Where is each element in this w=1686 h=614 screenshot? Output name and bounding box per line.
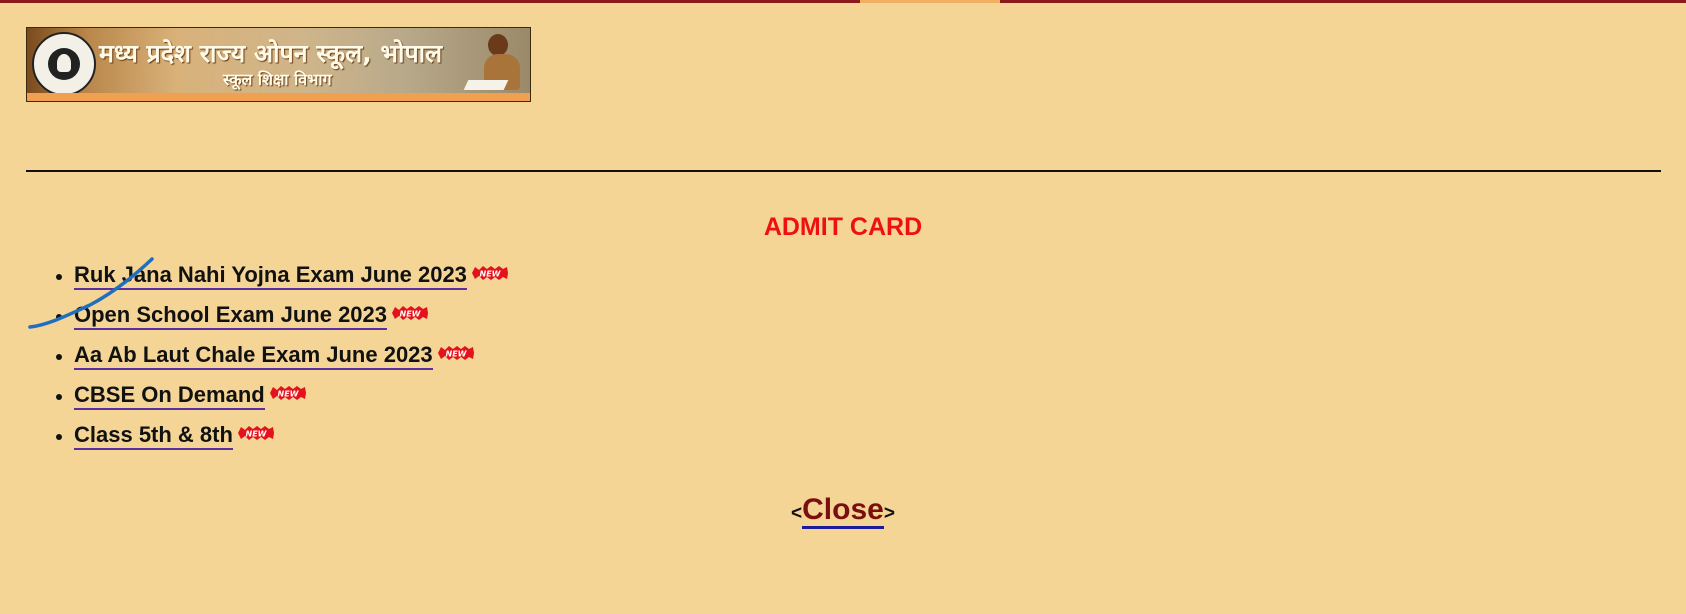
close-open-bracket: < xyxy=(791,503,803,524)
bullet-icon xyxy=(56,314,62,320)
list-item: CBSE On Demand NEW xyxy=(56,382,510,422)
list-item: Aa Ab Laut Chale Exam June 2023 NEW xyxy=(56,342,510,382)
new-badge-icon: NEW xyxy=(471,266,508,280)
bullet-icon xyxy=(56,354,62,360)
student-reading-image xyxy=(463,32,526,94)
new-badge-label: NEW xyxy=(277,390,299,399)
close-container: <Close> xyxy=(0,493,1686,529)
new-badge-icon: NEW xyxy=(437,346,474,360)
new-badge-icon: NEW xyxy=(392,306,429,320)
admit-card-link-open-school[interactable]: Open School Exam June 2023 xyxy=(74,302,388,330)
horizontal-divider xyxy=(26,170,1661,172)
admit-card-link-class-5th-8th[interactable]: Class 5th & 8th xyxy=(74,422,233,450)
admit-card-link-ruk-jana-nahi[interactable]: Ruk Jana Nahi Yojna Exam June 2023 xyxy=(74,262,467,290)
admit-card-link-cbse-on-demand[interactable]: CBSE On Demand xyxy=(74,382,265,410)
list-item: Class 5th & 8th NEW xyxy=(56,422,510,462)
bullet-icon xyxy=(56,274,62,280)
admit-card-link-aa-ab-laut-chale[interactable]: Aa Ab Laut Chale Exam June 2023 xyxy=(74,342,433,370)
banner-subtitle: स्कूल शिक्षा विभाग xyxy=(223,70,332,89)
page-heading: ADMIT CARD xyxy=(763,213,923,241)
list-item: Ruk Jana Nahi Yojna Exam June 2023 NEW xyxy=(56,262,510,302)
list-item: Open School Exam June 2023 NEW xyxy=(56,302,510,342)
new-badge-icon: NEW xyxy=(269,386,306,400)
new-badge-icon: NEW xyxy=(237,426,274,440)
header-banner: मध्य प्रदेश राज्य ओपन स्कूल, भोपाल स्कूल… xyxy=(26,27,531,102)
new-badge-label: NEW xyxy=(445,350,467,359)
new-badge-label: NEW xyxy=(479,270,501,279)
close-link[interactable]: Close xyxy=(802,493,884,529)
banner-title: मध्य प्रदेश राज्य ओपन स्कूल, भोपाल xyxy=(99,39,443,68)
close-close-bracket: > xyxy=(883,503,895,524)
bullet-icon xyxy=(56,394,62,400)
state-emblem-logo xyxy=(32,32,96,96)
new-badge-label: NEW xyxy=(400,310,422,319)
new-badge-label: NEW xyxy=(245,430,267,439)
admit-card-list: Ruk Jana Nahi Yojna Exam June 2023 NEW O… xyxy=(56,262,510,462)
top-border xyxy=(0,0,1686,3)
bullet-icon xyxy=(56,434,62,440)
